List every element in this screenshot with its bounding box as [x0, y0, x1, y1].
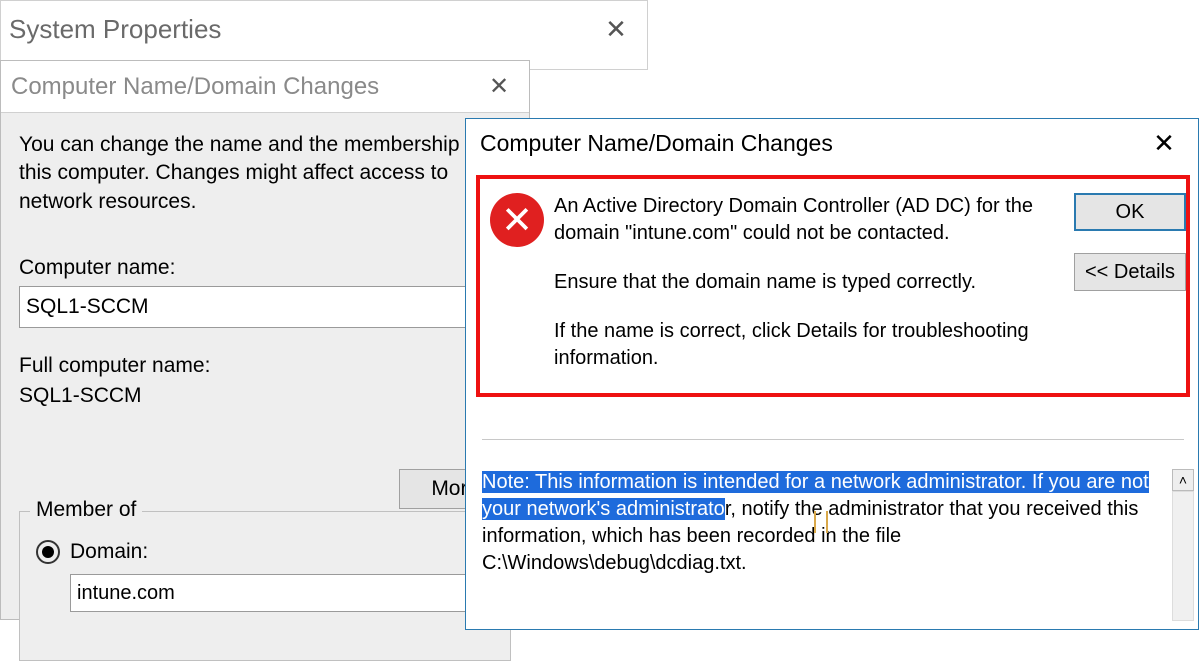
error-dialog-title: Computer Name/Domain Changes	[480, 130, 1144, 157]
error-line-2: Ensure that the domain name is typed cor…	[554, 269, 1069, 296]
error-line-1: An Active Directory Domain Controller (A…	[554, 193, 1069, 247]
domain-changes-title: Computer Name/Domain Changes	[11, 73, 479, 101]
radio-selected-icon	[36, 540, 60, 564]
domain-changes-body: You can change the name and the membersh…	[1, 113, 529, 408]
domain-radio-row[interactable]: Domain:	[36, 540, 510, 564]
computer-name-label: Computer name:	[19, 256, 511, 280]
full-computer-name-label: Full computer name:	[19, 354, 511, 378]
domain-changes-titlebar: Computer Name/Domain Changes ✕	[1, 61, 529, 113]
full-computer-name-value: SQL1-SCCM	[19, 384, 511, 408]
divider	[482, 439, 1184, 440]
ok-button[interactable]: OK	[1074, 193, 1186, 231]
domain-radio-label: Domain:	[70, 540, 148, 564]
scrollbar-track[interactable]	[1172, 491, 1194, 621]
system-properties-title: System Properties	[9, 14, 593, 45]
text-cursor-icon	[814, 511, 828, 533]
domain-changes-window: Computer Name/Domain Changes ✕ You can c…	[0, 60, 530, 620]
highlight-box: ✕ An Active Directory Domain Controller …	[476, 175, 1190, 397]
error-dialog-titlebar: Computer Name/Domain Changes ✕	[466, 119, 1198, 167]
computer-name-input[interactable]	[19, 286, 511, 328]
member-of-legend: Member of	[30, 498, 142, 522]
system-properties-titlebar: System Properties ✕	[1, 1, 647, 57]
error-message: An Active Directory Domain Controller (A…	[554, 193, 1069, 372]
details-button[interactable]: << Details	[1074, 253, 1186, 291]
member-of-groupbox: Member of Domain:	[19, 511, 511, 661]
domain-input[interactable]	[70, 574, 490, 612]
close-icon[interactable]: ✕	[479, 72, 519, 101]
error-dialog: Computer Name/Domain Changes ✕ ✕ An Acti…	[465, 118, 1199, 630]
close-icon[interactable]: ✕	[593, 14, 639, 45]
close-icon[interactable]: ✕	[1144, 128, 1184, 159]
description-text: You can change the name and the membersh…	[19, 131, 511, 216]
scroll-up-button[interactable]: ˄	[1172, 469, 1194, 491]
error-line-3: If the name is correct, click Details fo…	[554, 318, 1069, 372]
error-icon: ✕	[490, 193, 544, 247]
details-note[interactable]: Note: This information is intended for a…	[482, 469, 1168, 577]
